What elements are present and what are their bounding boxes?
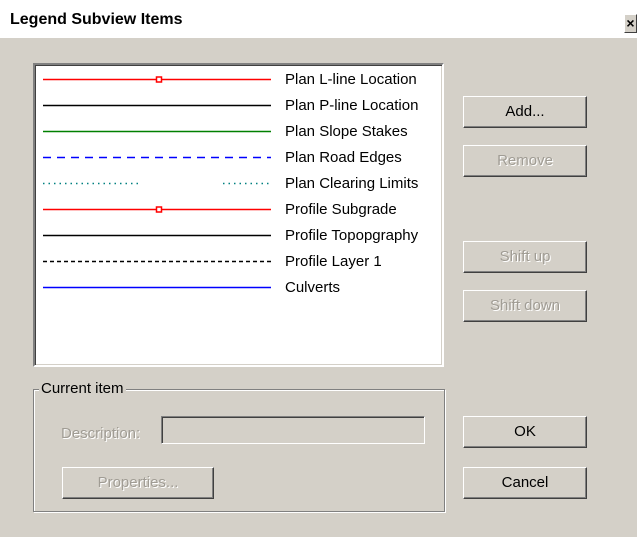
description-label: Description: bbox=[61, 425, 141, 442]
legend-items-list[interactable]: Plan L-line Location Plan P-line Location… bbox=[33, 63, 444, 367]
list-item[interactable]: Plan L-line Location bbox=[35, 67, 440, 93]
line-style-swatch bbox=[43, 260, 271, 263]
line-style-swatch bbox=[43, 286, 271, 289]
cancel-button[interactable]: Cancel bbox=[463, 467, 587, 499]
list-item[interactable]: Plan Slope Stakes bbox=[35, 119, 440, 145]
line-marker bbox=[155, 76, 163, 83]
line-style-swatch bbox=[43, 104, 271, 107]
close-button[interactable]: × bbox=[624, 14, 637, 33]
line-style-swatch bbox=[43, 76, 271, 83]
list-item-label: Plan Road Edges bbox=[285, 149, 402, 166]
description-field[interactable] bbox=[161, 416, 425, 444]
list-item[interactable]: Profile Layer 1 bbox=[35, 249, 440, 275]
list-item-label: Profile Subgrade bbox=[285, 201, 397, 218]
line-style-swatch bbox=[43, 130, 271, 133]
list-item[interactable]: Plan Clearing Limits bbox=[35, 171, 440, 197]
list-item-label: Plan L-line Location bbox=[285, 71, 417, 88]
line-style-swatch bbox=[43, 182, 271, 185]
list-item-label: Plan Slope Stakes bbox=[285, 123, 408, 140]
list-item[interactable]: Plan Road Edges bbox=[35, 145, 440, 171]
ok-button[interactable]: OK bbox=[463, 416, 587, 448]
list-item-label: Profile Topopgraphy bbox=[285, 227, 419, 244]
shift-up-button[interactable]: Shift up bbox=[463, 241, 587, 273]
list-item-label: Culverts bbox=[285, 279, 341, 296]
line-style-swatch bbox=[43, 234, 271, 237]
properties-button[interactable]: Properties... bbox=[62, 467, 214, 499]
list-item[interactable]: Culverts bbox=[35, 275, 440, 301]
list-item[interactable]: Profile Subgrade bbox=[35, 197, 440, 223]
list-item-label: Plan Clearing Limits bbox=[285, 175, 419, 192]
title-bar: Legend Subview Items × bbox=[0, 0, 637, 38]
list-item-label: Plan P-line Location bbox=[285, 97, 419, 114]
shift-down-button[interactable]: Shift down bbox=[463, 290, 587, 322]
list-item[interactable]: Plan P-line Location bbox=[35, 93, 440, 119]
legend-subview-dialog: Legend Subview Items × Plan L-line Locat… bbox=[0, 0, 637, 537]
list-item[interactable]: Profile Topopgraphy bbox=[35, 223, 440, 249]
add-button[interactable]: Add... bbox=[463, 96, 587, 128]
dialog-title: Legend Subview Items bbox=[10, 11, 183, 28]
current-item-group-label: Current item bbox=[39, 380, 126, 397]
line-style-swatch bbox=[43, 156, 271, 159]
line-style-swatch bbox=[43, 206, 271, 213]
list-item-label: Profile Layer 1 bbox=[285, 253, 382, 270]
remove-button[interactable]: Remove bbox=[463, 145, 587, 177]
line-marker bbox=[155, 206, 163, 213]
